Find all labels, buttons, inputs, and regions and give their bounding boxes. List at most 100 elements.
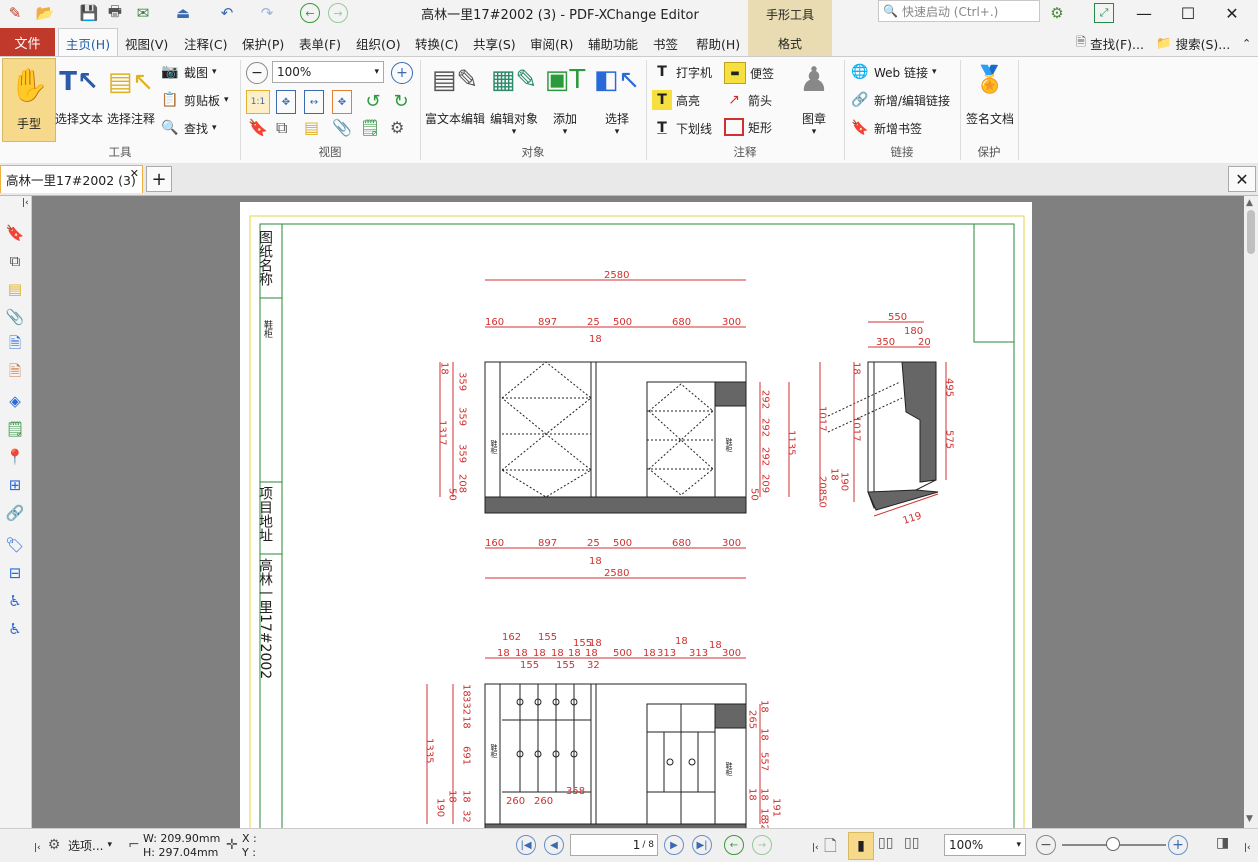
accessibility-icon[interactable]: ♿ — [4, 590, 26, 612]
tab-organize[interactable]: 组织(O) — [356, 32, 401, 54]
zoom-select[interactable]: 100% ▾ — [272, 61, 384, 83]
continuous-page-icon[interactable]: ▮ — [848, 832, 874, 860]
print-icon[interactable]: 🖶 — [104, 2, 126, 24]
tab-protect[interactable]: 保护(P) — [242, 32, 284, 54]
content-icon[interactable]: 🗎 — [4, 334, 26, 356]
back-icon[interactable]: ← — [300, 3, 320, 23]
sign-document-button[interactable]: 🏅 签名文档 — [962, 60, 1018, 127]
document-tab[interactable]: 高林一里17#2002 (3) ✕ — [0, 165, 143, 193]
scroll-up-icon[interactable]: ▲ — [1246, 198, 1253, 208]
panel-toggle-icon[interactable]: ◨ — [1216, 835, 1229, 851]
snapshot-button[interactable]: 📷 截图 ▾ — [160, 62, 216, 82]
tab-review[interactable]: 审阅(R) — [530, 32, 573, 54]
document-canvas[interactable]: 图纸名称 鞋柜 项目地址 高林一里17#2002 2580 160 897 25… — [32, 196, 1244, 828]
collapse-left-icon[interactable]: |‹ — [34, 843, 41, 853]
collapse-right-icon[interactable]: |‹ — [1244, 843, 1251, 853]
scroll-down-icon[interactable]: ▼ — [1246, 814, 1253, 824]
bookmarks-pane-icon[interactable]: 🔖 — [248, 118, 268, 137]
tab-bookmarks[interactable]: 书签 — [653, 32, 678, 54]
attachments-icon[interactable]: 📎 — [4, 306, 26, 328]
minimize-button[interactable]: — — [1122, 0, 1166, 26]
maximize-button[interactable]: ☐ — [1166, 0, 1210, 26]
settings-pane-icon[interactable]: ⚙ — [390, 118, 404, 137]
arrow-button[interactable]: ↗ 箭头 — [724, 90, 772, 110]
zoom-slider-thumb[interactable] — [1106, 837, 1120, 851]
page-number-input[interactable]: 1 / 8 — [570, 834, 658, 856]
fullscreen-icon[interactable]: ⤢ — [1094, 3, 1114, 23]
find-tool-button[interactable]: 🔍 查找 ▾ — [160, 118, 216, 138]
close-window-button[interactable]: ✕ — [1210, 0, 1254, 26]
tab-home[interactable]: 主页(H) — [58, 28, 118, 57]
signatures-icon[interactable]: 🗎 — [4, 362, 26, 384]
reading-order-icon[interactable]: ⊟ — [4, 562, 26, 584]
open-folder-icon[interactable]: 📂 — [34, 2, 56, 24]
rectangle-button[interactable]: 矩形 — [724, 118, 772, 136]
previous-page-button[interactable]: ◀ — [544, 835, 564, 855]
accessibility-check-icon[interactable]: ♿ — [4, 618, 26, 640]
add-object-button[interactable]: ▣T 添加 ▾ — [542, 60, 588, 137]
actual-size-icon[interactable]: 1:1 — [246, 90, 270, 114]
typewriter-button[interactable]: T 打字机 — [652, 62, 712, 82]
new-tab-button[interactable]: + — [146, 166, 172, 192]
comments-pane-icon[interactable]: ▤ — [304, 118, 319, 137]
collapse-icon[interactable]: |‹ — [812, 843, 819, 853]
close-document-button[interactable]: ✕ — [1228, 166, 1256, 192]
close-tab-icon[interactable]: ✕ — [130, 167, 139, 180]
select-text-button[interactable]: T↖ 选择文本 — [54, 62, 104, 127]
add-edit-link-button[interactable]: 🔗 新增/编辑链接 — [850, 90, 950, 110]
file-menu-tab[interactable]: 文件 — [0, 28, 55, 56]
attachments-pane-icon[interactable]: 📎 — [332, 118, 352, 137]
thumbnails-icon[interactable]: ⧉ — [4, 250, 26, 272]
vertical-scrollbar[interactable]: ▲ ▼ — [1244, 196, 1258, 828]
zoom-out-icon[interactable]: − — [246, 62, 268, 84]
web-links-button[interactable]: 🌐 Web 链接 ▾ — [850, 62, 936, 82]
fit-visible-icon[interactable]: ✥ — [332, 90, 352, 114]
add-bookmark-button[interactable]: 🔖 新增书签 — [850, 118, 922, 138]
tab-comment[interactable]: 注释(C) — [184, 32, 227, 54]
two-page-continuous-icon[interactable]: ▯▯ — [904, 835, 919, 851]
hand-tool-button[interactable]: ✋ 手型 — [2, 58, 56, 142]
zoom-in-status-icon[interactable]: + — [1168, 835, 1188, 855]
options-button[interactable]: ⚙ 选项... ▾ — [44, 835, 112, 855]
scan-icon[interactable]: ⏏ — [172, 2, 194, 24]
rotate-right-icon[interactable]: ↻ — [390, 90, 412, 112]
forward-view-button[interactable]: → — [752, 835, 772, 855]
scroll-thumb[interactable] — [1247, 210, 1255, 254]
sticky-note-button[interactable]: ▬ 便签 — [724, 62, 774, 84]
rotate-left-icon[interactable]: ↺ — [362, 90, 384, 112]
hand-tool-context-tab[interactable]: 手形工具 格式 — [748, 0, 832, 56]
first-page-button[interactable]: |◀ — [516, 835, 536, 855]
collapse-panel-icon[interactable]: |‹ — [22, 198, 29, 208]
underline-button[interactable]: T 下划线 — [652, 118, 712, 138]
format-tab[interactable]: 格式 — [748, 35, 832, 52]
customize-icon[interactable]: ⚙ — [1046, 2, 1068, 24]
destinations-icon[interactable]: 📍 — [4, 446, 26, 468]
layers-icon[interactable]: ◈ — [4, 390, 26, 412]
single-page-icon[interactable]: 🗋 — [824, 835, 837, 862]
quick-launch-input[interactable]: 🔍 快速启动 (Ctrl+.) — [878, 0, 1040, 22]
zoom-status-select[interactable]: 100% ▾ — [944, 834, 1026, 856]
find-button[interactable]: 🗎 查找(F)... — [1076, 32, 1144, 54]
tags-icon[interactable]: 🏷 — [4, 534, 26, 556]
zoom-out-status-icon[interactable]: − — [1036, 835, 1056, 855]
two-page-icon[interactable]: ▯▯ — [878, 835, 893, 851]
next-page-button[interactable]: ▶ — [664, 835, 684, 855]
tab-view[interactable]: 视图(V) — [125, 32, 168, 54]
select-annotation-button[interactable]: ▤↖ 选择注释 — [106, 62, 156, 127]
rich-text-edit-button[interactable]: ▤✎ 富文本编辑 — [424, 60, 486, 127]
highlight-button[interactable]: T 高亮 — [652, 90, 700, 110]
fit-page-icon[interactable]: ✥ — [276, 90, 296, 114]
redo-icon[interactable]: ↷ — [256, 2, 278, 24]
tab-help[interactable]: 帮助(H) — [696, 32, 740, 54]
forward-icon[interactable]: → — [328, 3, 348, 23]
save-icon[interactable]: 💾 — [78, 2, 100, 24]
fit-width-icon[interactable]: ↔ — [304, 90, 324, 114]
last-page-button[interactable]: ▶| — [692, 835, 712, 855]
tab-share[interactable]: 共享(S) — [473, 32, 516, 54]
tab-convert[interactable]: 转换(C) — [415, 32, 458, 54]
select-object-button[interactable]: ◧↖ 选择 ▾ — [592, 60, 642, 137]
properties-icon[interactable]: 🗒 — [4, 418, 26, 440]
collapse-ribbon-icon[interactable]: ⌃ — [1242, 32, 1251, 54]
tab-forms[interactable]: 表单(F) — [299, 32, 341, 54]
edit-objects-button[interactable]: ▦✎ 编辑对象 ▾ — [488, 60, 540, 137]
